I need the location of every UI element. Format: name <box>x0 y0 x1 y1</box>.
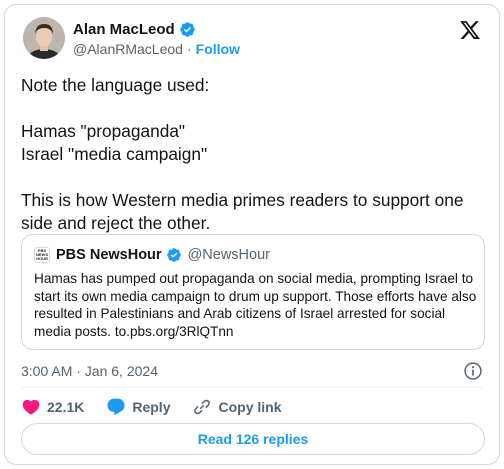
avatar[interactable] <box>23 17 65 59</box>
reply-button[interactable]: Reply <box>106 397 170 417</box>
quoted-tweet-header: PBS NEWS HOUR PBS NewsHour @NewsHour <box>34 247 270 263</box>
tweet-card: Alan MacLeod @AlanRMacLeod · Follow Note… <box>4 4 500 465</box>
quoted-tweet-text: Hamas has pumped out propaganda on socia… <box>34 271 477 339</box>
tweet-text: Note the language used: Hamas "propagand… <box>21 75 464 233</box>
link-icon <box>194 399 211 415</box>
info-icon[interactable] <box>463 361 483 381</box>
divider <box>21 387 483 388</box>
follow-button[interactable]: Follow <box>196 41 240 57</box>
verified-badge-icon <box>166 248 181 262</box>
author-name-row: Alan MacLeod <box>73 21 196 38</box>
tweet-header: Alan MacLeod @AlanRMacLeod · Follow <box>21 17 483 65</box>
quoted-author-handle: @NewsHour <box>187 247 270 263</box>
reply-bubble-icon <box>107 398 125 416</box>
heart-icon <box>22 399 40 415</box>
pbs-logo-line-3: HOUR <box>36 256 48 261</box>
tweet-meta: 3:00 AM · Jan 6, 2024 <box>21 361 483 383</box>
quoted-author-name: PBS NewsHour <box>56 247 162 263</box>
author-handle[interactable]: @AlanRMacLeod <box>73 41 183 57</box>
like-count: 22.1K <box>47 399 85 415</box>
author-handle-row: @AlanRMacLeod · Follow <box>73 41 240 57</box>
reply-label: Reply <box>132 399 171 415</box>
copy-link-label: Copy link <box>218 399 282 415</box>
x-logo-icon[interactable] <box>459 19 481 41</box>
author-name[interactable]: Alan MacLeod <box>73 21 175 38</box>
copy-link-button[interactable]: Copy link <box>192 397 282 417</box>
like-button[interactable]: 22.1K <box>21 397 84 417</box>
pbs-newshour-logo: PBS NEWS HOUR <box>34 247 50 263</box>
quoted-tweet[interactable]: PBS NEWS HOUR PBS NewsHour @NewsHour Ham… <box>21 234 485 350</box>
separator-dot: · <box>186 41 192 57</box>
read-replies-button[interactable]: Read 126 replies <box>21 423 485 455</box>
verified-badge-icon <box>179 22 195 37</box>
timestamp[interactable]: 3:00 AM · Jan 6, 2024 <box>21 363 158 379</box>
action-bar: 22.1K Reply Copy link <box>21 395 304 419</box>
